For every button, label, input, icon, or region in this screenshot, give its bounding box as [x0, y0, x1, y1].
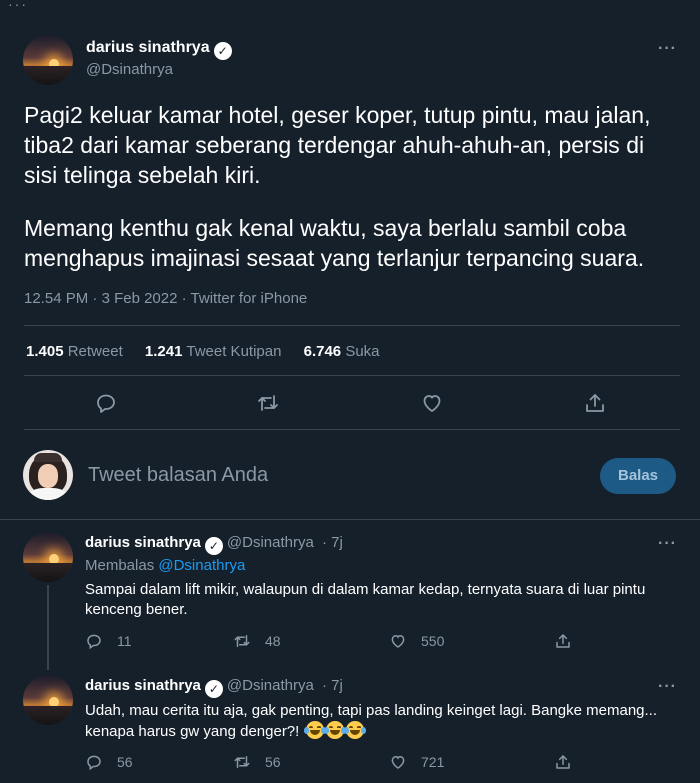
like-count: 550: [421, 633, 445, 649]
tweet-source[interactable]: Twitter for iPhone: [191, 290, 308, 307]
more-options-icon[interactable]: ···: [658, 678, 677, 696]
retweet-icon[interactable]: [256, 391, 282, 417]
meta-separator: ·: [92, 290, 98, 307]
tweet-paragraph-2: Memang kenthu gak kenal waktu, saya berl…: [24, 215, 645, 271]
reply-like-button[interactable]: 721: [389, 752, 444, 772]
reply-icon[interactable]: [94, 391, 120, 417]
reply-action-bar: 11 48 550: [85, 631, 585, 651]
like-icon: [391, 755, 405, 769]
share-icon: [556, 634, 570, 648]
reply-retweet-button[interactable]: 48: [233, 631, 281, 651]
reply-author-handle[interactable]: @Dsinathrya: [227, 677, 314, 694]
reply-action-bar: 56 56 721: [85, 752, 585, 772]
reply-count: 11: [117, 633, 132, 649]
like-icon[interactable]: [420, 391, 446, 417]
reply-author-name[interactable]: darius sinathrya: [85, 534, 201, 551]
retweet-count: 1.405: [26, 343, 64, 360]
retweet-icon: [234, 756, 250, 768]
tweet-stats: 1.405 Retweet 1.241 Tweet Kutipan 6.746 …: [26, 343, 398, 360]
reply-like-button[interactable]: 550: [389, 631, 444, 651]
reply-author-avatar[interactable]: [23, 532, 73, 582]
divider: [24, 429, 680, 430]
share-icon: [556, 755, 570, 769]
reply-icon: [87, 634, 101, 650]
reply-header: darius sinathrya ✓ @Dsinathrya · 7j: [85, 677, 343, 698]
like-label: Suka: [345, 343, 380, 360]
reply-reply-button[interactable]: 56: [85, 752, 133, 772]
reply-header: darius sinathrya ✓ @Dsinathrya · 7j: [85, 534, 343, 555]
author-name-row[interactable]: darius sinathrya ✓: [86, 39, 232, 60]
reply-text: Udah, mau cerita itu aja, gak penting, t…: [85, 702, 658, 740]
tears-of-joy-emoji-icon: [303, 721, 326, 739]
quote-label: Tweet Kutipan: [186, 343, 282, 360]
reply-share-button[interactable]: [554, 752, 586, 772]
divider: [0, 519, 700, 520]
like-icon: [391, 634, 405, 648]
reply-share-button[interactable]: [554, 631, 586, 651]
retweet-stat[interactable]: 1.405 Retweet: [26, 343, 123, 360]
author-handle[interactable]: @Dsinathrya: [86, 61, 173, 78]
verified-badge-icon: ✓: [204, 537, 223, 555]
author-avatar[interactable]: [23, 35, 73, 85]
tears-of-joy-emoji-icon: [343, 721, 366, 739]
replying-to-handle[interactable]: @Dsinathrya: [158, 557, 245, 574]
reply-text-container: Udah, mau cerita itu aja, gak penting, t…: [85, 701, 675, 742]
quote-stat[interactable]: 1.241 Tweet Kutipan: [145, 343, 282, 360]
reply-text: Sampai dalam lift mikir, walaupun di dal…: [85, 581, 646, 618]
ellipsis-icon: ···: [8, 0, 28, 12]
verified-badge-icon: ✓: [213, 42, 232, 60]
user-avatar[interactable]: [23, 450, 73, 500]
tears-of-joy-emoji-icon: [323, 721, 346, 739]
quote-count: 1.241: [144, 343, 183, 360]
retweet-count: 48: [265, 633, 281, 649]
more-options-icon[interactable]: ···: [658, 40, 677, 58]
replying-to-label: Membalas: [85, 557, 155, 574]
author-name[interactable]: darius sinathrya: [86, 39, 210, 56]
retweet-label: Retweet: [67, 343, 123, 360]
divider: [24, 325, 680, 326]
tweet-time[interactable]: 12.54 PM: [24, 290, 88, 307]
like-count: 6.746: [303, 343, 342, 360]
reply-time[interactable]: · 7j: [322, 534, 343, 551]
reply-input[interactable]: Tweet balasan Anda: [88, 464, 268, 487]
reply-reply-button[interactable]: 11: [85, 631, 132, 651]
divider: [24, 375, 680, 376]
retweet-count: 56: [265, 754, 281, 770]
tweet-meta: 12.54 PM · 3 Feb 2022 · Twitter for iPho…: [24, 290, 307, 307]
retweet-icon: [234, 635, 250, 647]
reply-author-name[interactable]: darius sinathrya: [85, 677, 201, 694]
reply-author-handle[interactable]: @Dsinathrya: [227, 534, 314, 551]
reply-author-avatar[interactable]: [23, 675, 73, 725]
tweet-body: Pagi2 keluar kamar hotel, geser koper, t…: [24, 100, 680, 273]
tweet-paragraph-1: Pagi2 keluar kamar hotel, geser koper, t…: [24, 102, 651, 188]
tweet-action-bar: [0, 391, 700, 417]
reply-button[interactable]: Balas: [600, 458, 676, 494]
meta-separator: ·: [181, 290, 187, 307]
like-stat[interactable]: 6.746 Suka: [304, 343, 380, 360]
share-icon[interactable]: [583, 391, 609, 417]
reply-icon: [87, 755, 101, 771]
reply-time[interactable]: · 7j: [322, 677, 343, 694]
like-count: 721: [421, 754, 445, 770]
replying-to: Membalas @Dsinathrya: [85, 557, 245, 574]
tweet-date[interactable]: 3 Feb 2022: [102, 290, 178, 307]
verified-badge-icon: ✓: [204, 680, 223, 698]
thread-connector: [47, 585, 49, 670]
reply-retweet-button[interactable]: 56: [233, 752, 281, 772]
more-options-icon[interactable]: ···: [658, 535, 677, 553]
reply-count: 56: [117, 754, 133, 770]
previous-tweet-remnant: ···: [0, 0, 700, 24]
